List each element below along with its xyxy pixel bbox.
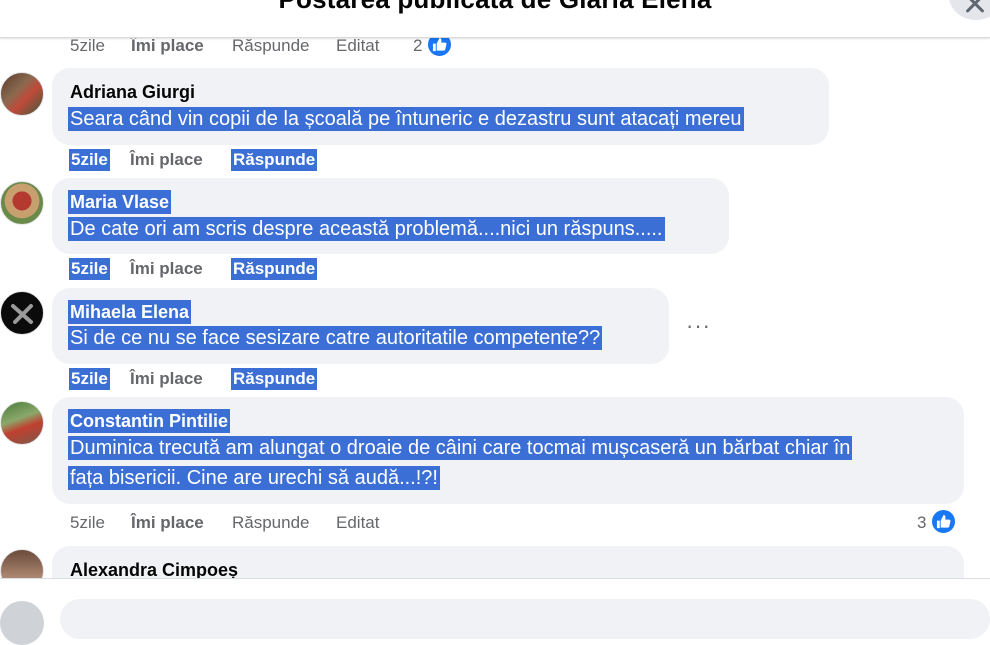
- like-button[interactable]: Îmi place: [131, 35, 204, 57]
- comment-input[interactable]: [60, 599, 990, 639]
- reply-button[interactable]: Răspunde: [231, 258, 318, 280]
- like-button[interactable]: Îmi place: [130, 149, 203, 171]
- avatar[interactable]: [0, 401, 44, 445]
- reply-button[interactable]: Răspunde: [232, 35, 310, 57]
- comment-author[interactable]: Adriana Giurgi: [70, 80, 195, 104]
- reply-button[interactable]: Răspunde: [232, 512, 310, 534]
- reply-button[interactable]: Răspunde: [231, 149, 318, 171]
- comment-actions: 5zile Îmi place Răspunde: [69, 149, 369, 171]
- reaction-count[interactable]: 3: [917, 512, 926, 534]
- avatar[interactable]: [0, 601, 44, 645]
- edited-label: Editat: [336, 36, 380, 55]
- comment-text: Si de ce nu se face sesizare catre autor…: [68, 326, 603, 350]
- comment-time[interactable]: 5zile: [70, 35, 105, 57]
- comment-text: De cate ori am scris despre această prob…: [68, 217, 665, 241]
- comment-text-line-1: Duminica trecută am alungat o droaie de …: [68, 436, 853, 460]
- like-button[interactable]: Îmi place: [130, 368, 203, 390]
- like-button[interactable]: Îmi place: [131, 512, 204, 534]
- avatar[interactable]: [0, 181, 44, 225]
- comment-author[interactable]: Constantin Pintilie: [68, 409, 231, 433]
- like-reaction-icon[interactable]: [930, 508, 957, 535]
- reaction-count[interactable]: 2: [413, 35, 422, 57]
- comment-text: Seara când vin copii de la școală pe înt…: [68, 107, 744, 131]
- avatar[interactable]: [0, 72, 44, 116]
- close-icon[interactable]: [949, 0, 990, 20]
- comment-actions: 5zile Îmi place Răspunde Editat: [70, 512, 470, 534]
- comment-actions: 5zile Îmi place Răspunde: [69, 258, 369, 280]
- reply-button[interactable]: Răspunde: [231, 368, 318, 390]
- like-button[interactable]: Îmi place: [130, 258, 203, 280]
- comment-actions: 5zile Îmi place Răspunde: [69, 368, 369, 390]
- comment-time[interactable]: 5zile: [69, 368, 110, 390]
- comment-actions-previous: 5zile Îmi place Răspunde Editat 2: [70, 35, 470, 57]
- edited-label: Editat: [336, 513, 380, 532]
- avatar[interactable]: [0, 291, 44, 335]
- comment-time[interactable]: 5zile: [70, 512, 105, 534]
- comment-author[interactable]: Maria Vlase: [68, 190, 172, 214]
- comment-time[interactable]: 5zile: [69, 258, 110, 280]
- more-options-icon[interactable]: ···: [686, 315, 711, 337]
- dialog-title: Postarea publicată de Glaria Elena: [0, 0, 990, 15]
- comment-time[interactable]: 5zile: [69, 149, 110, 171]
- comment-text-line-2: fața bisericii. Cine are urechi să audă.…: [68, 466, 440, 490]
- dialog-header: Postarea publicată de Glaria Elena: [0, 0, 990, 38]
- comment-composer-area: [0, 578, 990, 645]
- comment-author[interactable]: Mihaela Elena: [68, 300, 192, 324]
